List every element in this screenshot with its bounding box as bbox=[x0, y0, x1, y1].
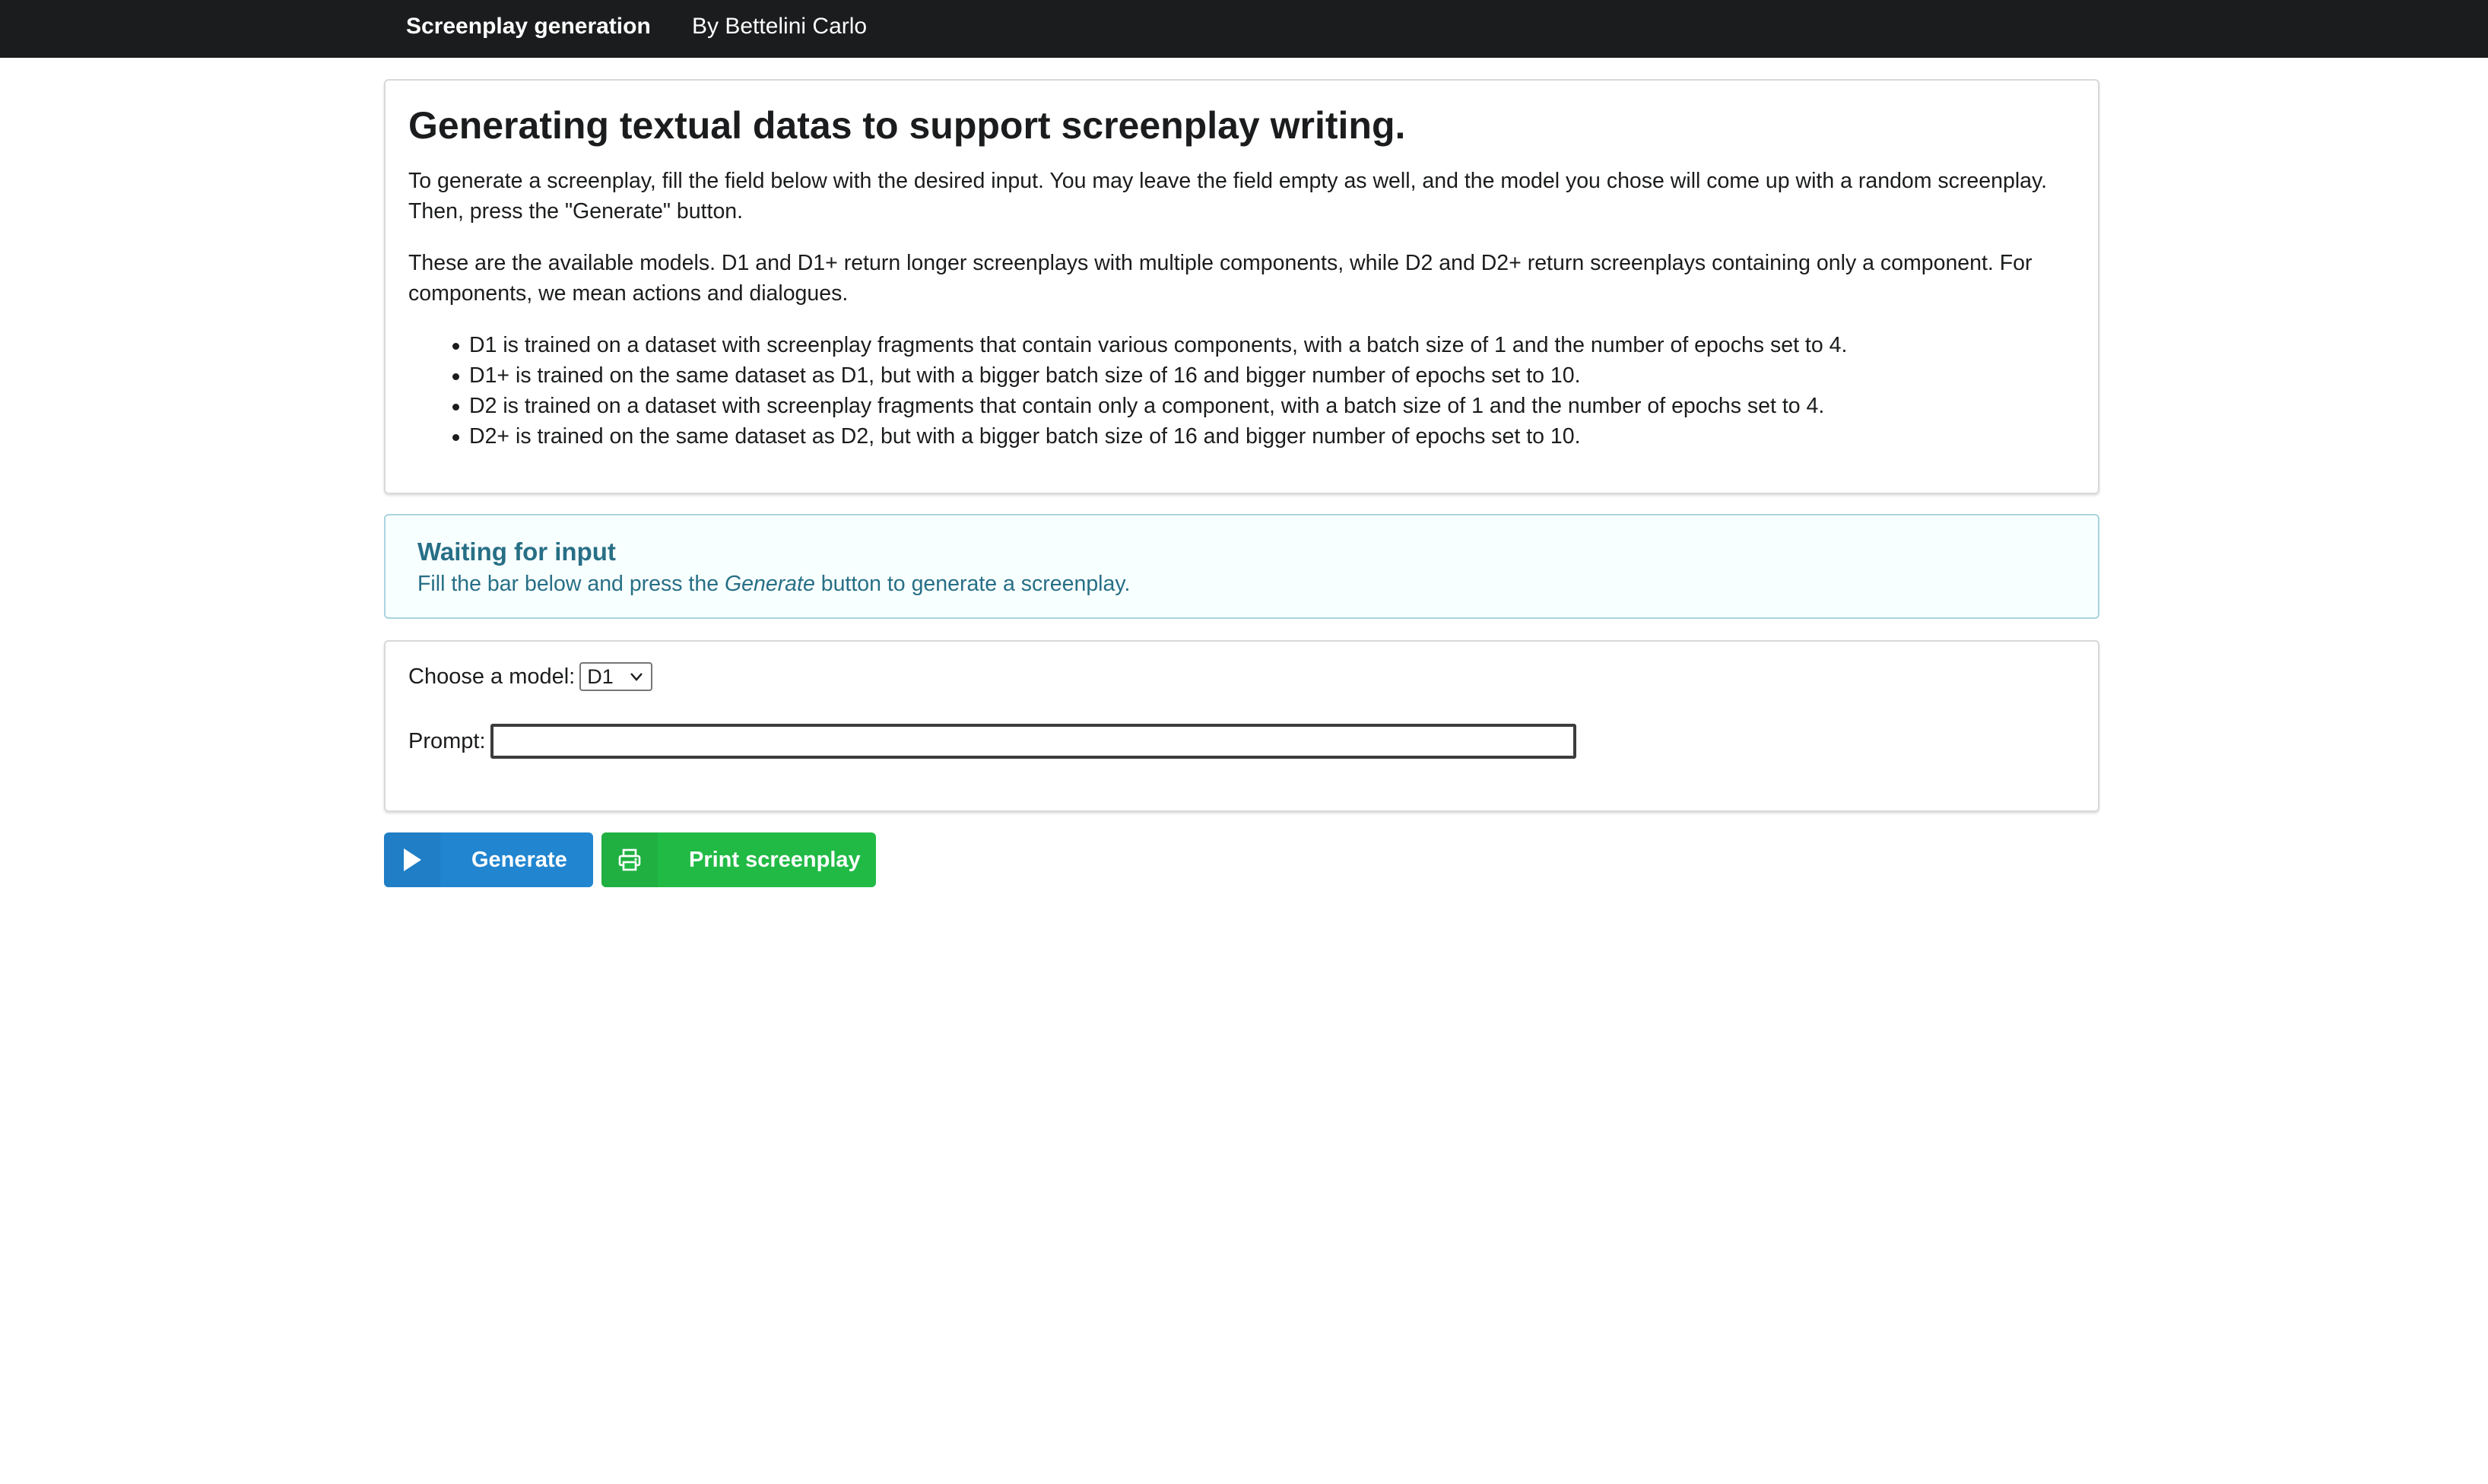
form-segment: Choose a model: D1 Prompt: bbox=[384, 640, 2099, 812]
list-item-d1: D1 is trained on a dataset with screenpl… bbox=[408, 330, 1847, 360]
status-message-body: Fill the bar below and press the Generat… bbox=[417, 569, 1130, 599]
play-icon bbox=[384, 832, 440, 887]
model-label: Choose a model: bbox=[408, 664, 576, 689]
status-message-text-end: button to generate a screenplay. bbox=[814, 572, 1131, 596]
model-list: D1 is trained on a dataset with screenpl… bbox=[408, 330, 1847, 452]
prompt-input[interactable] bbox=[490, 724, 1576, 759]
model-select-value: D1 bbox=[587, 665, 614, 688]
list-item-d2: D2 is trained on a dataset with screenpl… bbox=[408, 391, 1847, 421]
print-screenplay-button-label: Print screenplay bbox=[689, 848, 861, 872]
print-icon bbox=[601, 832, 658, 887]
generate-button[interactable]: Generate bbox=[384, 832, 593, 887]
author-link[interactable]: By Bettelini Carlo bbox=[692, 0, 867, 58]
brand-link[interactable]: Screenplay generation bbox=[406, 0, 651, 58]
models-paragraph: These are the available models. D1 and D… bbox=[408, 251, 2033, 306]
model-select[interactable]: D1 bbox=[579, 662, 653, 691]
prompt-field: Prompt: bbox=[408, 724, 1576, 759]
status-message-emphasis: Generate bbox=[724, 572, 815, 596]
status-message: Waiting for input Fill the bar below and… bbox=[384, 514, 2099, 619]
print-screenplay-button[interactable]: Print screenplay bbox=[601, 832, 876, 887]
status-message-text: Fill the bar below and press the bbox=[417, 572, 725, 596]
list-item-d2-plus: D2+ is trained on the same dataset as D2… bbox=[408, 421, 1847, 452]
intro-paragraph: To generate a screenplay, fill the field… bbox=[408, 169, 2048, 224]
prompt-label: Prompt: bbox=[408, 729, 486, 753]
chevron-down-icon bbox=[630, 667, 643, 691]
status-message-header: Waiting for input bbox=[417, 537, 616, 566]
list-item-d1-plus: D1+ is trained on the same dataset as D1… bbox=[408, 360, 1847, 391]
intro-segment: Generating textual datas to support scre… bbox=[384, 79, 2099, 494]
page-title: Generating textual datas to support scre… bbox=[408, 104, 1406, 147]
generate-button-label: Generate bbox=[471, 848, 567, 872]
top-menu-bar: Screenplay generation By Bettelini Carlo bbox=[0, 0, 2488, 58]
model-field: Choose a model: D1 bbox=[408, 661, 653, 692]
